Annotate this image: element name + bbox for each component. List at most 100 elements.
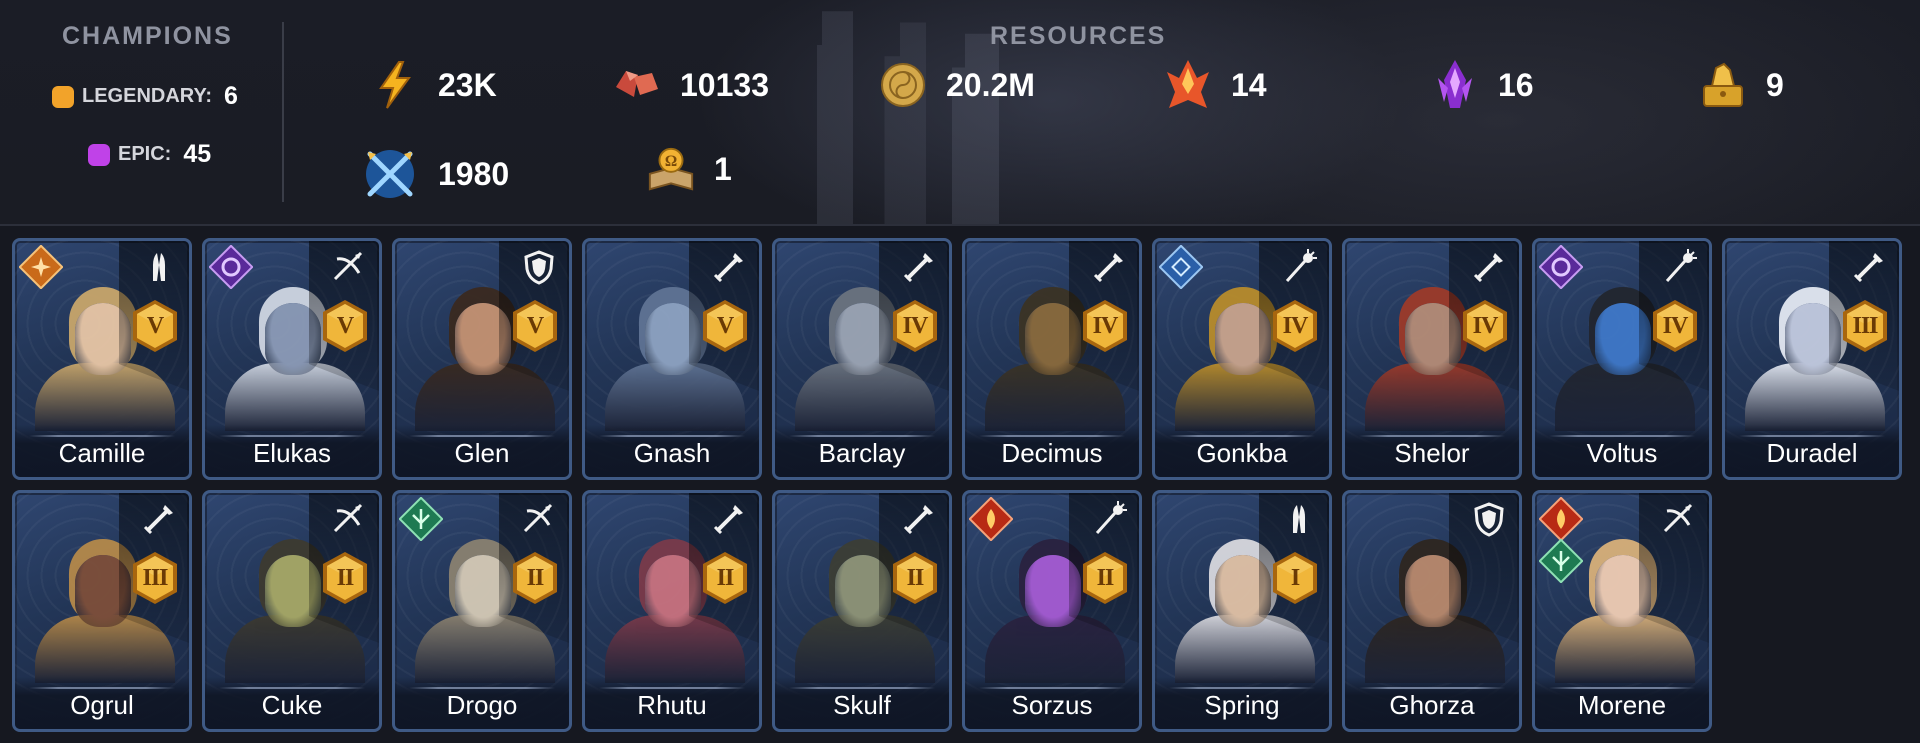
attack-icon <box>141 501 177 537</box>
champion-name-bar: Spring <box>1155 677 1329 729</box>
champion-name-bar: Morene <box>1535 677 1709 729</box>
void-shard-icon <box>1430 60 1480 110</box>
rank-numeral: IV <box>902 312 929 339</box>
champion-card[interactable]: II Cuke <box>202 490 382 732</box>
champion-card[interactable]: IV Shelor <box>1342 238 1522 480</box>
void-shard-value: 16 <box>1498 66 1534 103</box>
force-green-icon <box>1538 538 1584 584</box>
epic-dot-icon <box>88 143 110 166</box>
champion-card[interactable]: II Drogo <box>392 490 572 732</box>
resource-silver[interactable]: 20.2M <box>878 60 1035 110</box>
champion-name: Rhutu <box>637 690 707 720</box>
resource-sacred-shard[interactable]: 14 <box>1163 60 1267 110</box>
champion-name: Sorzus <box>1011 690 1093 720</box>
header-divider <box>282 22 284 202</box>
champion-card[interactable]: IV Barclay <box>772 238 952 480</box>
rank-numeral: IV <box>1282 312 1309 339</box>
rank-numeral: V <box>336 312 354 339</box>
champion-name: Barclay <box>818 438 906 468</box>
attack-icon <box>711 249 747 285</box>
champion-name: Gnash <box>633 438 711 468</box>
header-panel <box>0 0 1920 225</box>
rank-numeral: II <box>336 564 355 591</box>
rank-numeral: V <box>146 312 164 339</box>
champion-name: Shelor <box>1394 438 1470 468</box>
rank-numeral: III <box>1852 312 1878 339</box>
sacred-shard-value: 14 <box>1231 66 1267 103</box>
champion-name-bar: Duradel <box>1725 425 1899 477</box>
champion-card[interactable]: II Skulf <box>772 490 952 732</box>
magic-icon <box>208 244 254 290</box>
rank-badge: V <box>321 299 369 353</box>
champion-name: Voltus <box>1586 438 1658 468</box>
rank-badge: IV <box>891 299 939 353</box>
crossbow-icon <box>521 501 557 537</box>
champion-card[interactable]: V Gnash <box>582 238 762 480</box>
resource-energy[interactable]: 23K <box>370 60 497 110</box>
silver-coin-icon <box>878 60 928 110</box>
energy-value: 23K <box>438 66 497 103</box>
champion-name-bar: Glen <box>395 425 569 477</box>
rank-numeral: III <box>142 564 168 591</box>
champion-name-bar: Skulf <box>775 677 949 729</box>
rank-badge: II <box>891 551 939 605</box>
legendary-count: 6 <box>224 82 238 110</box>
champion-name: Cuke <box>261 690 323 720</box>
champion-card[interactable]: IV Gonkba <box>1152 238 1332 480</box>
rank-numeral: I <box>1290 564 1300 591</box>
champion-name: Elukas <box>252 438 332 468</box>
rank-badge: II <box>321 551 369 605</box>
resource-void-shard[interactable]: 16 <box>1430 60 1534 110</box>
champion-card[interactable]: III Duradel <box>1722 238 1902 480</box>
champion-name: Morene <box>1577 690 1667 720</box>
resource-arena-token[interactable]: 1980 <box>360 144 509 204</box>
champion-name: Glen <box>454 438 510 468</box>
ruby-value: 10133 <box>680 66 769 103</box>
resource-ruby[interactable]: 10133 <box>612 60 769 110</box>
force-icon <box>18 244 64 290</box>
champion-card[interactable]: Ghorza <box>1342 490 1522 732</box>
resource-tome[interactable]: Ω 1 <box>646 144 732 194</box>
attack-icon <box>711 501 747 537</box>
resource-gold-chest[interactable]: 9 <box>1698 60 1784 110</box>
champion-card[interactable]: IV Voltus <box>1532 238 1712 480</box>
epic-count: 45 <box>183 140 212 168</box>
rank-badge: V <box>701 299 749 353</box>
champion-name: Spring <box>1204 690 1280 720</box>
magic-staff-icon <box>1661 249 1697 285</box>
champion-card[interactable]: Morene <box>1532 490 1712 732</box>
sacred-shard-icon <box>1163 60 1213 110</box>
defense-icon <box>1471 501 1507 537</box>
champion-card[interactable]: V Elukas <box>202 238 382 480</box>
spirit-icon <box>1158 244 1204 290</box>
rank-badge: V <box>131 299 179 353</box>
champion-card[interactable]: IV Decimus <box>962 238 1142 480</box>
champion-card[interactable]: V Camille <box>12 238 192 480</box>
rank-numeral: II <box>1096 564 1115 591</box>
magic-icon <box>1538 244 1584 290</box>
champion-name-bar: Rhutu <box>585 677 759 729</box>
legendary-dot-icon <box>52 85 74 108</box>
champion-name-bar: Barclay <box>775 425 949 477</box>
ruby-icon <box>612 60 662 110</box>
champion-name: Decimus <box>1001 438 1103 468</box>
rank-badge: IV <box>1271 299 1319 353</box>
tome-value: 1 <box>714 150 732 187</box>
champion-name-bar: Camille <box>15 425 189 477</box>
attack-icon <box>1851 249 1887 285</box>
force-green-icon <box>398 496 444 542</box>
champion-name: Duradel <box>1766 438 1858 468</box>
gold-chest-value: 9 <box>1766 66 1784 103</box>
champion-card[interactable]: I Spring <box>1152 490 1332 732</box>
tome-icon: Ω <box>646 144 696 194</box>
champion-name-bar: Decimus <box>965 425 1139 477</box>
rank-badge: V <box>511 299 559 353</box>
champion-name: Gonkba <box>1196 438 1288 468</box>
champion-card[interactable]: II Sorzus <box>962 490 1142 732</box>
champion-card[interactable]: V Glen <box>392 238 572 480</box>
champion-card[interactable]: III Ogrul <box>12 490 192 732</box>
rank-badge: II <box>1081 551 1129 605</box>
champion-name-bar: Sorzus <box>965 677 1139 729</box>
champion-card[interactable]: II Rhutu <box>582 490 762 732</box>
rank-badge: IV <box>1651 299 1699 353</box>
